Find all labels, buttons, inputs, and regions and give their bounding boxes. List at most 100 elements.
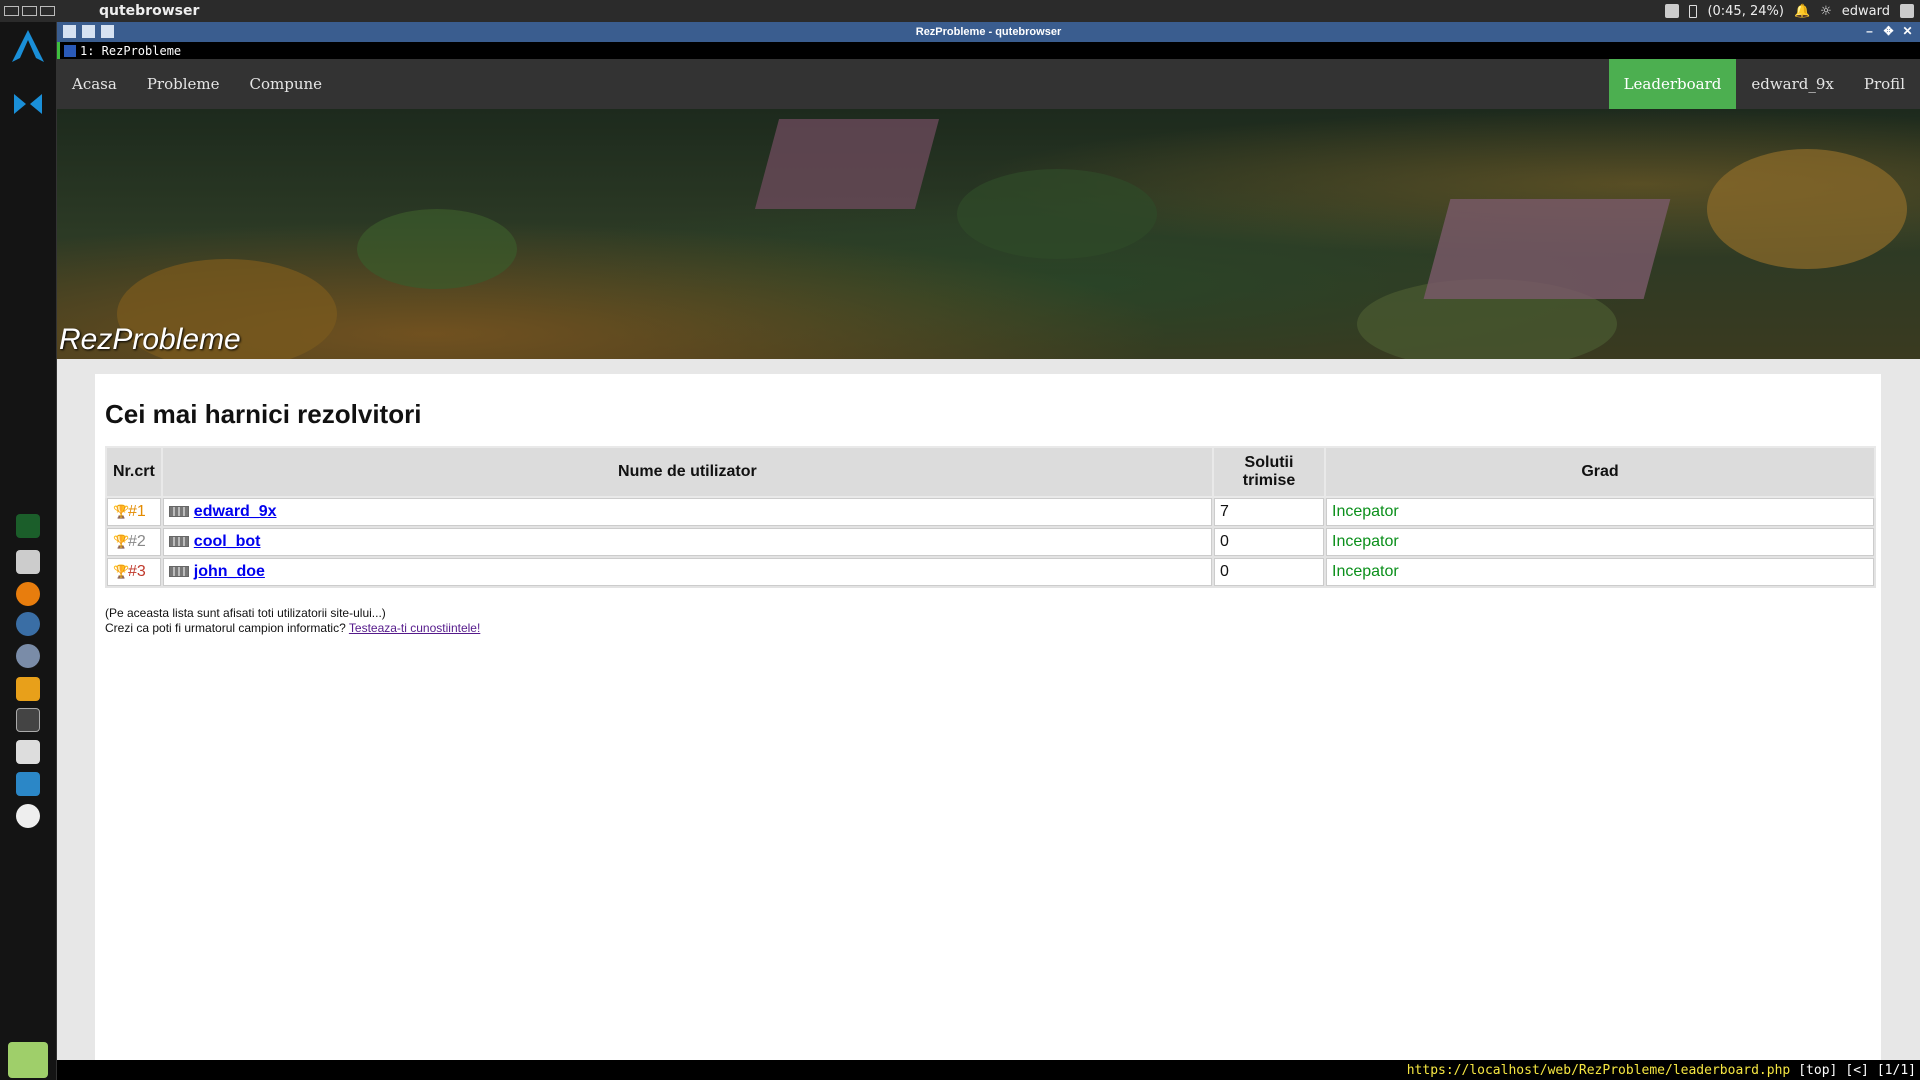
tab-bar: 1: RezProbleme xyxy=(57,42,1920,59)
window-titlebar[interactable]: RezProbleme - qutebrowser – ✥ ✕ xyxy=(57,22,1920,42)
tab-rezprobleme[interactable]: 1: RezProbleme xyxy=(57,42,181,59)
brightness-icon[interactable]: ☼ xyxy=(1820,4,1832,19)
remote-desktop-icon[interactable] xyxy=(16,772,40,796)
rooftop-decoration xyxy=(1423,199,1671,299)
column-header-solutions: Solutii trimise xyxy=(1212,446,1326,498)
table-row: 🏆#1 edward_9x 7 Incepator xyxy=(105,496,1876,528)
leaderboard-table: Nr.crt Nume de utilizator Solutii trimis… xyxy=(105,446,1876,588)
grid-icon[interactable] xyxy=(1900,4,1914,18)
site-title: RezProbleme xyxy=(59,323,241,356)
site-navbar: Acasa Probleme Compune Leaderboard edwar… xyxy=(57,59,1920,109)
panel-tray: (0:45, 24%) 🔔 ☼ edward xyxy=(1665,4,1914,19)
workspace-switcher[interactable] xyxy=(4,6,55,16)
files-app-icon[interactable] xyxy=(16,677,40,701)
avatar xyxy=(168,506,189,518)
atom-icon[interactable] xyxy=(16,612,40,636)
nav-profil[interactable]: Profil xyxy=(1849,59,1920,109)
tab-count: [1/1] xyxy=(1876,1062,1916,1078)
nav-acasa[interactable]: Acasa xyxy=(57,59,132,109)
nav-leaderboard[interactable]: Leaderboard xyxy=(1608,59,1737,109)
avatar xyxy=(168,566,189,578)
workspace-3[interactable] xyxy=(40,6,55,16)
username-link[interactable]: cool_bot xyxy=(194,533,261,550)
maximize-icon[interactable]: ✥ xyxy=(1882,25,1895,38)
grade-cell: Incepator xyxy=(1324,556,1876,588)
window-app-icon[interactable] xyxy=(16,740,40,764)
leaderboard-note: (Pe aceasta lista sunt afisati toti util… xyxy=(105,606,1871,636)
network-icon[interactable] xyxy=(1665,4,1680,18)
rank-cell: 🏆#2 xyxy=(105,526,163,558)
user-name[interactable]: edward xyxy=(1842,4,1890,19)
qutebrowser-icon[interactable] xyxy=(16,644,40,668)
history-indicator: [<] xyxy=(1845,1062,1869,1078)
trophy-icon: 🏆 xyxy=(113,504,130,519)
trophy-icon: 🏆 xyxy=(113,534,130,549)
grade-cell: Incepator xyxy=(1324,526,1876,558)
close-icon[interactable]: ✕ xyxy=(1901,25,1914,38)
username-cell: cool_bot xyxy=(160,526,1215,558)
column-header-grade: Grad xyxy=(1324,446,1876,498)
foliage-decoration xyxy=(1707,149,1907,269)
rank-number: #3 xyxy=(128,563,146,580)
foliage-decoration xyxy=(957,169,1157,259)
shade-icon[interactable] xyxy=(101,25,114,38)
panel-app-name: qutebrowser xyxy=(99,3,200,19)
rooftop-decoration xyxy=(754,119,940,209)
table-header-row: Nr.crt Nume de utilizator Solutii trimis… xyxy=(105,446,1876,498)
arch-logo-icon[interactable] xyxy=(8,28,48,76)
username-link[interactable]: john_doe xyxy=(194,563,265,580)
nav-compune[interactable]: Compune xyxy=(235,59,338,109)
note-prefix: Crezi ca poti fi urmatorul campion infor… xyxy=(105,621,346,635)
battery-icon[interactable] xyxy=(1689,4,1698,18)
rank-number: #2 xyxy=(128,533,146,550)
table-row: 🏆#2 cool_bot 0 Incepator xyxy=(105,526,1876,558)
tab-label: 1: RezProbleme xyxy=(80,43,182,58)
blender-icon[interactable] xyxy=(16,582,40,606)
workspace-2[interactable] xyxy=(22,6,37,16)
notes-app-icon[interactable] xyxy=(16,514,40,538)
page-heading: Cei mai harnici rezolvitori xyxy=(105,399,422,429)
bell-icon[interactable]: 🔔 xyxy=(1794,4,1810,19)
battery-status: (0:45, 24%) xyxy=(1707,3,1784,19)
table-row: 🏆#3 john_doe 0 Incepator xyxy=(105,556,1876,588)
hero-banner: RezProbleme xyxy=(57,109,1920,359)
web-page: Acasa Probleme Compune Leaderboard edwar… xyxy=(57,59,1920,1060)
rank-number: #1 xyxy=(128,503,146,520)
solutions-cell: 7 xyxy=(1212,496,1326,528)
pin-icon[interactable] xyxy=(82,25,95,38)
solutions-cell: 0 xyxy=(1212,526,1326,558)
system-panel: qutebrowser (0:45, 24%) 🔔 ☼ edward xyxy=(0,0,1920,22)
window-menu-icon[interactable] xyxy=(63,25,76,38)
note-line-1: (Pe aceasta lista sunt afisati toti util… xyxy=(105,606,386,620)
username-link[interactable]: edward_9x xyxy=(194,503,277,520)
rank-cell: 🏆#3 xyxy=(105,556,163,588)
status-bar: https://localhost/web/RezProbleme/leader… xyxy=(57,1060,1920,1080)
username-cell: edward_9x xyxy=(160,496,1215,528)
archive-app-icon[interactable] xyxy=(16,550,40,574)
trash-icon[interactable] xyxy=(8,1042,48,1078)
note-line-2: Crezi ca poti fi urmatorul campion infor… xyxy=(105,621,1871,636)
status-url: https://localhost/web/RezProbleme/leader… xyxy=(1406,1062,1791,1078)
window-title: RezProbleme - qutebrowser xyxy=(915,26,1062,38)
lock-icon[interactable] xyxy=(16,804,40,828)
terminal-icon[interactable] xyxy=(16,708,40,732)
scroll-position: [top] xyxy=(1798,1062,1838,1078)
foliage-decoration xyxy=(357,209,517,289)
username-cell: john_doe xyxy=(160,556,1215,588)
rank-cell: 🏆#1 xyxy=(105,496,163,528)
solutions-cell: 0 xyxy=(1212,556,1326,588)
column-header-rank: Nr.crt xyxy=(105,446,163,498)
avatar xyxy=(168,536,189,548)
test-knowledge-link[interactable]: Testeaza-ti cunostiintele! xyxy=(349,621,480,635)
favicon-icon xyxy=(64,44,76,57)
xfce-logo-icon[interactable] xyxy=(10,86,46,122)
nav-username[interactable]: edward_9x xyxy=(1736,59,1849,109)
grade-cell: Incepator xyxy=(1324,496,1876,528)
column-header-username: Nume de utilizator xyxy=(160,446,1215,498)
workspace-1[interactable] xyxy=(4,6,19,16)
minimize-icon[interactable]: – xyxy=(1863,25,1876,38)
main-content: Cei mai harnici rezolvitori Nr.crt Nume … xyxy=(95,374,1881,1060)
trophy-icon: 🏆 xyxy=(113,564,130,579)
nav-probleme[interactable]: Probleme xyxy=(132,59,235,109)
application-dock xyxy=(0,22,57,1080)
